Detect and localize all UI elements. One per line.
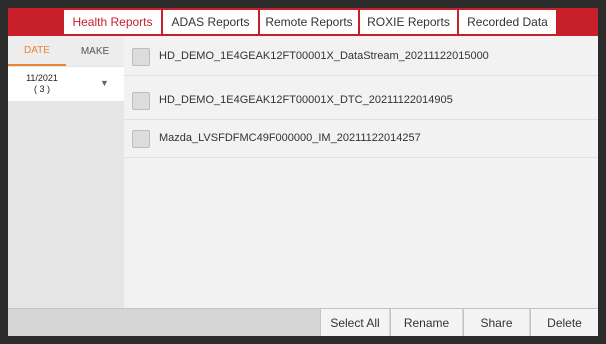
file-name: HD_DEMO_1E4GEAK12FT00001X_DataStream_202… — [159, 50, 489, 62]
file-row[interactable]: Mazda_LVSFDFMC49F000000_IM_2021112201425… — [124, 122, 598, 158]
file-checkbox[interactable] — [132, 130, 150, 148]
filter-tab-date[interactable]: DATE — [8, 36, 66, 66]
month-group-label: 11/2021 ( 3 ) — [18, 73, 66, 95]
select-all-button[interactable]: Select All — [320, 309, 389, 336]
file-name: HD_DEMO_1E4GEAK12FT00001X_DTC_2021112201… — [159, 94, 453, 106]
device-frame: Health Reports ADAS Reports Remote Repor… — [0, 0, 606, 344]
file-list: HD_DEMO_1E4GEAK12FT00001X_DataStream_202… — [124, 36, 598, 316]
file-row[interactable]: HD_DEMO_1E4GEAK12FT00001X_DTC_2021112201… — [124, 84, 598, 120]
filter-tab-make[interactable]: MAKE — [66, 36, 124, 66]
tab-health-reports[interactable]: Health Reports — [64, 10, 162, 34]
delete-button[interactable]: Delete — [530, 309, 598, 336]
month-label: 11/2021 — [26, 73, 58, 83]
file-checkbox[interactable] — [132, 48, 150, 66]
chevron-down-icon[interactable]: ▼ — [100, 78, 109, 88]
tab-adas-reports[interactable]: ADAS Reports — [163, 10, 259, 34]
month-count: ( 3 ) — [33, 84, 50, 94]
tab-recorded-data[interactable]: Recorded Data — [459, 10, 557, 34]
share-button[interactable]: Share — [463, 309, 529, 336]
tab-remote-reports[interactable]: Remote Reports — [260, 10, 359, 34]
report-tab-bar: Health Reports ADAS Reports Remote Repor… — [8, 8, 598, 36]
file-checkbox[interactable] — [132, 92, 150, 110]
tab-roxie-reports[interactable]: ROXIE Reports — [360, 10, 458, 34]
app-screen: Health Reports ADAS Reports Remote Repor… — [8, 8, 598, 336]
file-row[interactable]: HD_DEMO_1E4GEAK12FT00001X_DataStream_202… — [124, 40, 598, 76]
rename-button[interactable]: Rename — [390, 309, 462, 336]
filter-tabs: DATE MAKE — [8, 36, 124, 66]
file-name: Mazda_LVSFDFMC49F000000_IM_2021112201425… — [159, 132, 421, 144]
filter-pane: DATE MAKE 11/2021 ( 3 ) ▼ — [8, 36, 124, 316]
month-group[interactable]: 11/2021 ( 3 ) ▼ — [8, 67, 124, 101]
